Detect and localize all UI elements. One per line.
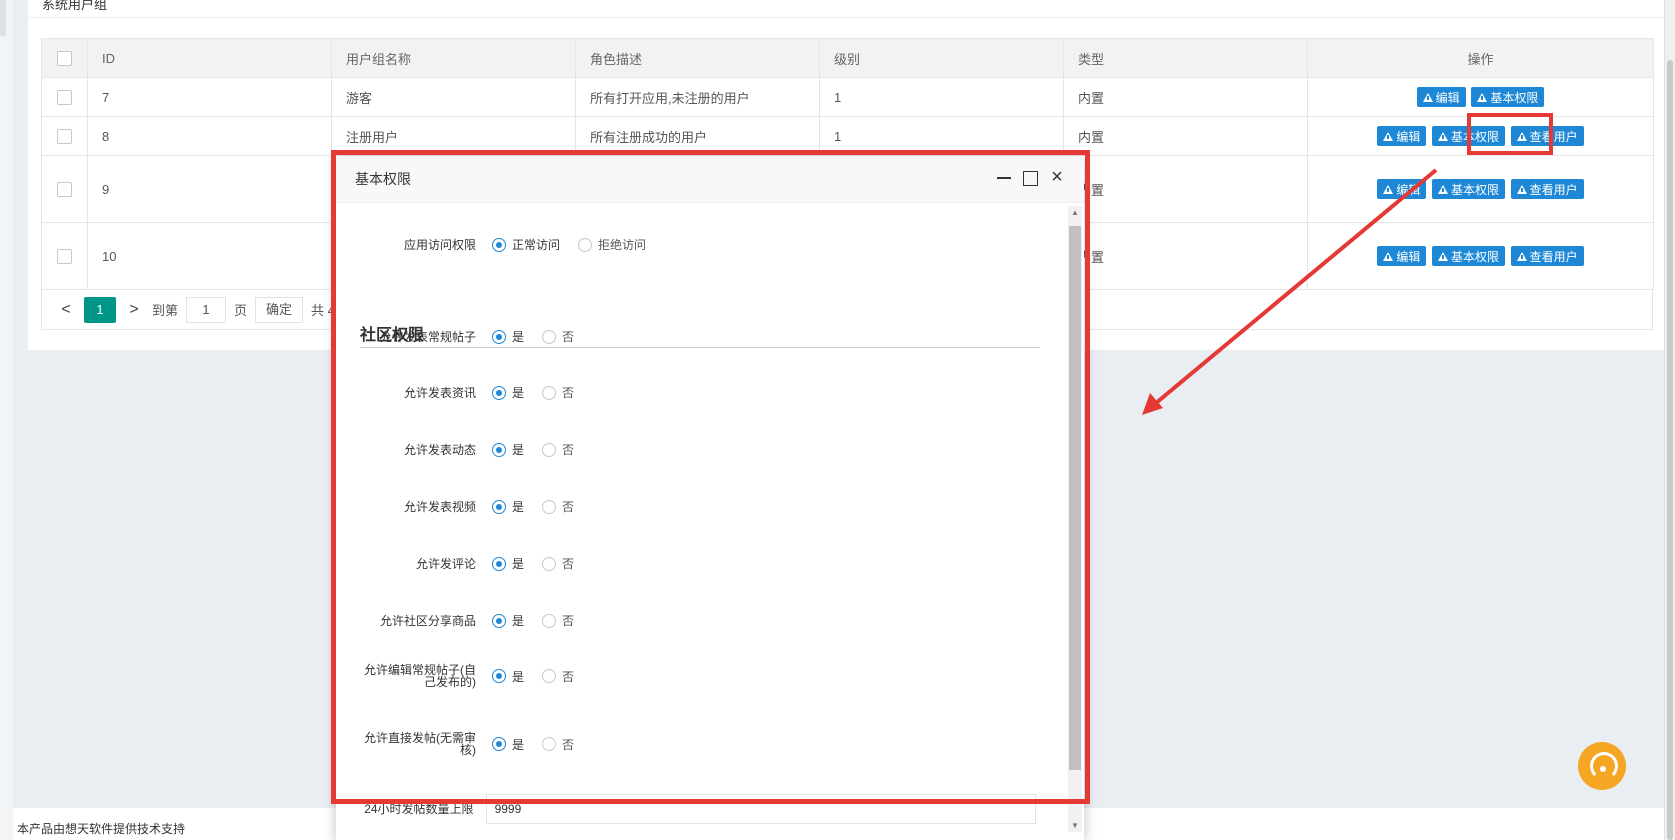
cell-ops: 编辑 基本权限 查看用户 xyxy=(1307,222,1654,290)
view-users-button-label: 查看用户 xyxy=(1529,249,1578,264)
current-page[interactable]: 1 xyxy=(84,296,116,323)
cell-type: 内置 xyxy=(1063,116,1308,156)
edit-button[interactable]: 编辑 xyxy=(1416,87,1466,107)
warning-icon xyxy=(1437,251,1448,261)
row-select-cell[interactable] xyxy=(41,155,88,223)
basic-permission-button-label: 基本权限 xyxy=(1450,182,1499,197)
warning-icon xyxy=(1437,184,1448,194)
row-checkbox[interactable] xyxy=(57,129,72,145)
left-edge-strip xyxy=(0,0,13,840)
customer-support-icon[interactable] xyxy=(1578,742,1626,790)
header-id[interactable]: ID xyxy=(87,38,332,78)
view-users-button-label: 查看用户 xyxy=(1529,182,1578,197)
basic-permission-button[interactable]: 基本权限 xyxy=(1471,87,1545,107)
edit-button-label: 编辑 xyxy=(1396,249,1421,264)
basic-permission-button[interactable]: 基本权限 xyxy=(1431,246,1505,266)
page-scrollbar[interactable] xyxy=(1664,0,1675,840)
warning-icon xyxy=(1516,184,1527,194)
cell-desc: 所有打开应用,未注册的用户 xyxy=(575,77,820,117)
goto-confirm-button[interactable]: 确定 xyxy=(255,296,304,323)
edit-button[interactable]: 编辑 xyxy=(1377,179,1427,199)
header-level[interactable]: 级别 xyxy=(819,38,1064,78)
scroll-down-icon[interactable]: ▼ xyxy=(1071,821,1079,830)
cell-type: 内置 xyxy=(1063,222,1308,290)
edit-button-label: 编辑 xyxy=(1435,90,1460,105)
warning-icon xyxy=(1422,92,1433,102)
row-checkbox[interactable] xyxy=(57,249,72,265)
warning-icon xyxy=(1383,184,1394,194)
cell-id: 7 xyxy=(87,77,332,117)
warning-icon xyxy=(1437,131,1448,141)
select-all-checkbox[interactable] xyxy=(57,51,72,67)
warning-icon xyxy=(1383,131,1394,141)
cell-id: 10 xyxy=(87,222,332,290)
header-desc[interactable]: 角色描述 xyxy=(575,38,820,78)
cell-type: 内置 xyxy=(1063,77,1308,117)
header-ops: 操作 xyxy=(1307,38,1654,78)
cell-ops: 编辑 基本权限 查看用户 xyxy=(1307,155,1654,223)
goto-label: 到第 xyxy=(152,303,179,318)
edit-button-label: 编辑 xyxy=(1396,182,1421,197)
cell-id: 9 xyxy=(87,155,332,223)
footer-text: 本产品由想天软件提供技术支持 xyxy=(17,822,186,836)
view-users-button[interactable]: 查看用户 xyxy=(1510,179,1584,199)
row-select-cell[interactable] xyxy=(41,222,88,290)
header-name[interactable]: 用户组名称 xyxy=(331,38,576,78)
edit-button-label: 编辑 xyxy=(1396,129,1421,144)
cell-ops: 编辑 基本权限 xyxy=(1307,77,1654,117)
edit-button[interactable]: 编辑 xyxy=(1377,126,1427,146)
left-edge-tab[interactable] xyxy=(0,0,6,36)
arrow-head xyxy=(1142,393,1163,415)
page-number-input[interactable]: 1 xyxy=(186,296,227,323)
prev-page-button[interactable]: < xyxy=(56,301,76,319)
warning-icon xyxy=(1516,251,1527,261)
page-unit-label: 页 xyxy=(234,303,248,318)
table-row: 7 游客 所有打开应用,未注册的用户 1 内置 编辑 基本权限 xyxy=(41,77,1654,117)
title-divider xyxy=(28,17,1664,18)
warning-icon xyxy=(1383,251,1394,261)
row-select-cell[interactable] xyxy=(41,77,88,117)
basic-permission-button[interactable]: 基本权限 xyxy=(1431,179,1505,199)
page-scrollbar-thumb[interactable] xyxy=(1667,60,1673,840)
page-title: 系统用户组 xyxy=(42,0,108,12)
header-type[interactable]: 类型 xyxy=(1063,38,1308,78)
edit-button[interactable]: 编辑 xyxy=(1377,246,1427,266)
row-checkbox[interactable] xyxy=(57,182,72,198)
table-header-row: ID 用户组名称 角色描述 级别 类型 操作 xyxy=(41,38,1654,78)
highlight-box-button xyxy=(1467,113,1553,155)
post-limit-label: 24小时发帖数量上限 xyxy=(364,802,474,816)
basic-permission-button-label: 基本权限 xyxy=(1490,90,1539,105)
next-page-button[interactable]: > xyxy=(124,301,144,319)
warning-icon xyxy=(1477,92,1488,102)
row-select-cell[interactable] xyxy=(41,116,88,156)
cell-type: 内置 xyxy=(1063,155,1308,223)
cell-level: 1 xyxy=(819,77,1064,117)
highlight-box-dialog xyxy=(331,150,1090,804)
cell-id: 8 xyxy=(87,116,332,156)
cell-name: 游客 xyxy=(331,77,576,117)
view-users-button[interactable]: 查看用户 xyxy=(1510,246,1584,266)
header-select-all[interactable] xyxy=(41,38,88,78)
row-checkbox[interactable] xyxy=(57,90,72,106)
basic-permission-button-label: 基本权限 xyxy=(1450,249,1499,264)
